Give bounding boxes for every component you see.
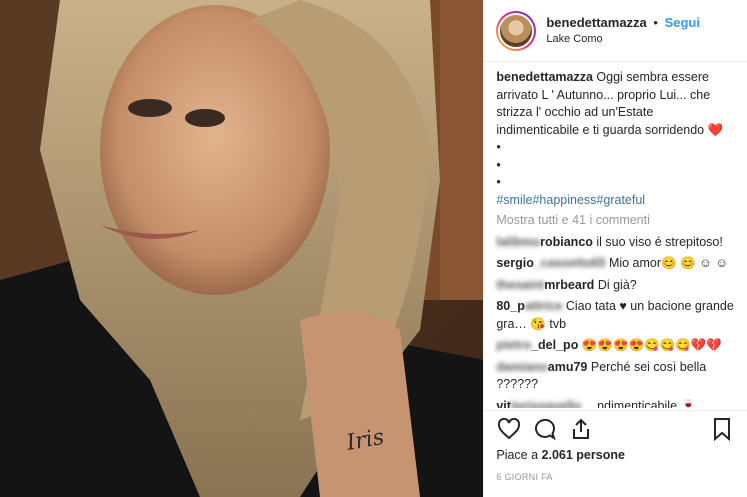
comment-username[interactable]: thesaintmrbeard <box>496 278 594 292</box>
caption: benedettamazza Oggi sembra essere arriva… <box>496 69 737 209</box>
comment-username[interactable]: damianoamu79 <box>496 360 587 374</box>
comment-username[interactable]: lalibmorobianco <box>496 235 593 249</box>
caption-username[interactable]: benedettamazza <box>496 70 593 84</box>
show-all-comments-link[interactable]: Mostra tutti e 41 i commenti <box>496 212 737 230</box>
separator-dot: • <box>653 14 658 30</box>
likes-number: 2.061 persone <box>541 448 625 462</box>
comment-username[interactable]: sergio_cassetto65 <box>496 256 605 270</box>
heart-outline-icon <box>498 417 521 439</box>
post-header: benedettamazza • Segui Lake Como <box>484 0 747 62</box>
likes-prefix: Piace a <box>496 448 542 462</box>
caption-bullet: • <box>496 157 501 172</box>
action-bar <box>484 410 747 446</box>
caption-bullet: • <box>496 175 501 189</box>
follow-button[interactable]: Segui <box>665 15 700 30</box>
comments-section[interactable]: benedettamazza Oggi sembra essere arriva… <box>484 63 747 408</box>
comment-text: 😍😍😍😍😋😋😋💔💔 <box>581 338 722 352</box>
instagram-post: Iris benedettamazza • Segui Lake Como be… <box>0 0 747 497</box>
comment-item: lalibmorobianco il suo viso é strepitoso… <box>496 234 737 252</box>
bookmark-icon <box>714 417 731 441</box>
avatar[interactable] <box>496 10 537 51</box>
heart-emoji: ❤️ <box>707 122 724 137</box>
caption-bullet: • <box>496 140 501 154</box>
post-sidebar: benedettamazza • Segui Lake Como benedet… <box>483 0 747 497</box>
comment-item: vittoriosavello …ndimenticabile 🍷 <box>496 398 737 409</box>
comment-item: sergio_cassetto65 Mio amor😊 😊 ☺ ☺ <box>496 255 737 273</box>
likes-count[interactable]: Piace a 2.061 persone <box>496 448 625 462</box>
caption-hashtags[interactable]: #smile#happiness#grateful <box>496 193 645 207</box>
comment-username[interactable]: 80_pattrice <box>496 299 562 313</box>
share-button[interactable] <box>566 414 596 444</box>
comment-text: …ndimenticabile 🍷 <box>584 398 697 409</box>
comment-text: Di già? <box>597 277 637 292</box>
post-age[interactable]: 6 GIORNI FA <box>496 472 552 482</box>
save-button[interactable] <box>707 414 737 444</box>
comment-item: 80_pattrice Ciao tata ♥ un bacione grand… <box>496 298 737 333</box>
selfie-image: Iris <box>0 0 484 497</box>
comment-text: Mio amor😊 😊 ☺ ☺ <box>608 256 729 270</box>
share-icon <box>573 418 590 439</box>
comment-text: il suo viso é strepitoso! <box>596 234 723 249</box>
post-photo[interactable]: Iris <box>0 0 484 497</box>
header-username[interactable]: benedettamazza <box>546 15 646 30</box>
comment-username[interactable]: vittoriosavello <box>496 399 581 409</box>
comment-username[interactable]: pietro_del_po <box>496 338 578 352</box>
comment-icon <box>535 418 557 440</box>
comment-item: thesaintmrbeard Di già? <box>496 277 737 295</box>
comment-item: damianoamu79 Perché sei così bella ?????… <box>496 359 737 394</box>
avatar-image <box>498 12 535 49</box>
comment-item: pietro_del_po 😍😍😍😍😋😋😋💔💔 <box>496 337 737 355</box>
like-button[interactable] <box>494 414 524 444</box>
location-link[interactable]: Lake Como <box>546 31 700 48</box>
header-meta: benedettamazza • Segui Lake Como <box>546 14 700 48</box>
comment-button[interactable] <box>530 414 560 444</box>
